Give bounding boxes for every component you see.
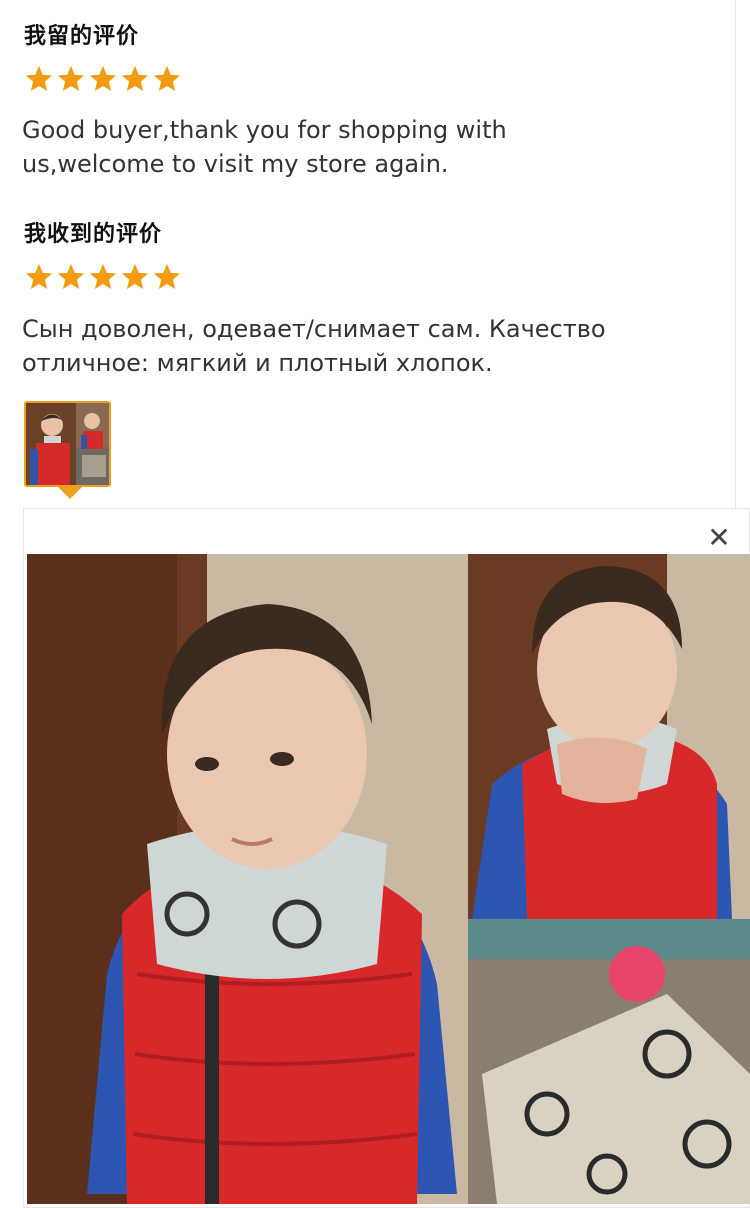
- star-icon: [153, 65, 181, 91]
- my-review-title: 我留的评价: [24, 24, 140, 49]
- received-review-rating: [24, 262, 182, 292]
- received-review-text-line: Сын доволен, одевает/снимает сам. Качест…: [22, 315, 606, 343]
- close-icon[interactable]: ✕: [705, 524, 733, 552]
- received-review-text-line: отличное: мягкий и плотный хлопок.: [22, 349, 493, 377]
- star-icon: [57, 65, 85, 91]
- my-review-rating: [24, 64, 182, 94]
- my-review-text: Good buyer,thank you for shopping with u…: [22, 113, 712, 181]
- star-icon: [57, 263, 85, 289]
- review-photo-thumbnail[interactable]: [24, 401, 111, 487]
- star-icon: [121, 65, 149, 91]
- my-review-text-line: us,welcome to visit my store again.: [22, 150, 449, 178]
- star-icon: [89, 65, 117, 91]
- my-review-text-line: Good buyer,thank you for shopping with: [22, 116, 507, 144]
- thumbnail-pointer: [58, 487, 82, 499]
- star-icon: [153, 263, 181, 289]
- star-icon: [25, 263, 53, 289]
- thumbnail-image: [26, 403, 109, 485]
- star-icon: [89, 263, 117, 289]
- received-review-text: Сын доволен, одевает/снимает сам. Качест…: [22, 312, 712, 380]
- review-photo-large: [27, 554, 750, 1204]
- collage-image: [27, 554, 750, 1204]
- received-review-title: 我收到的评价: [24, 222, 163, 247]
- star-icon: [121, 263, 149, 289]
- star-icon: [25, 65, 53, 91]
